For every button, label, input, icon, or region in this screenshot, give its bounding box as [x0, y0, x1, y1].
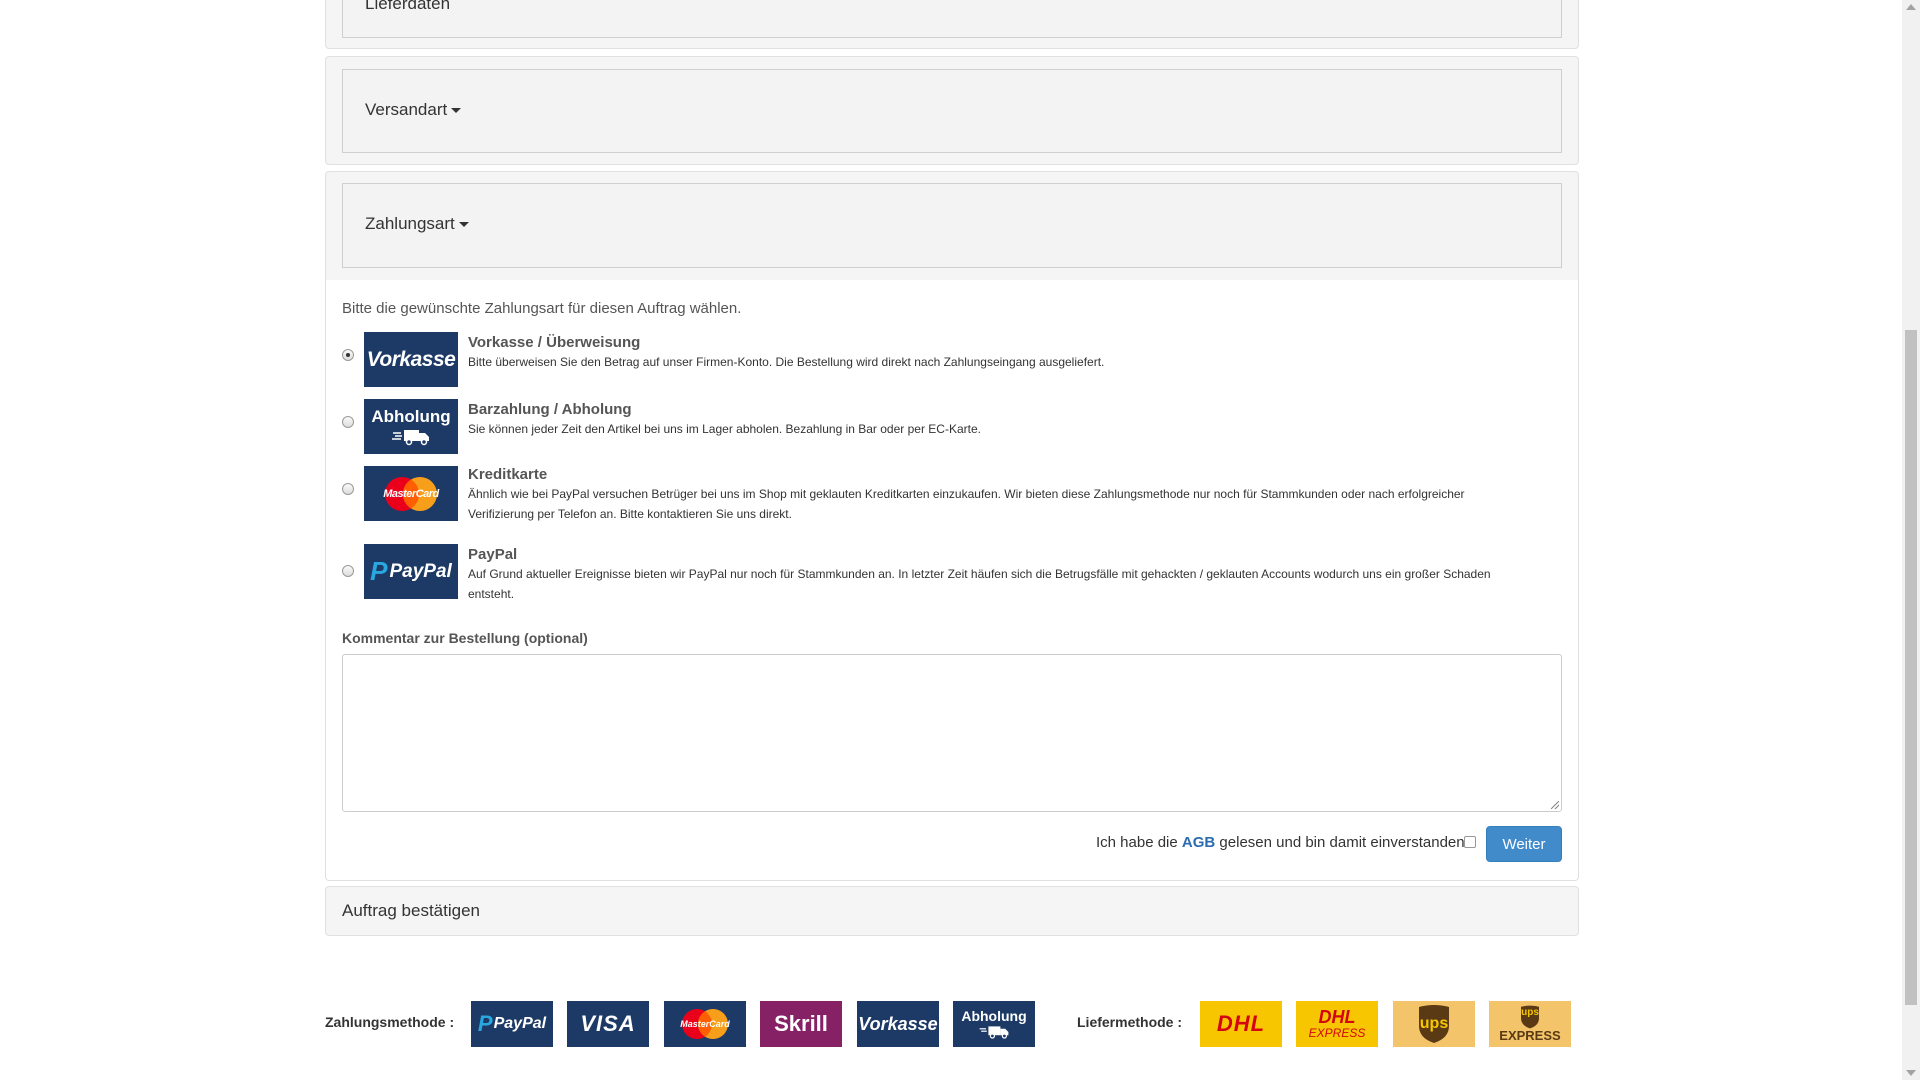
- footer-ups-logo: ups: [1393, 1001, 1475, 1047]
- payment-option-vorkasse[interactable]: Vorkasse Vorkasse / Überweisung Bitte üb…: [342, 332, 1542, 388]
- caret-down-icon: [451, 108, 462, 114]
- payment-option-abholung[interactable]: Abholung Barzahlung / Abholung Sie könne…: [342, 399, 1542, 455]
- payment-intro: Bitte die gewünschte Zahlungsart für die…: [342, 300, 742, 317]
- truck-icon: [979, 1026, 1009, 1039]
- lieferdaten-header[interactable]: Lieferdaten: [342, 0, 1562, 38]
- scroll-up-icon[interactable]: [1906, 4, 1916, 10]
- versandart-panel: Versandart: [325, 56, 1579, 165]
- abholung-logo: Abholung: [364, 399, 458, 454]
- agb-checkbox[interactable]: [1464, 836, 1476, 848]
- agb-link[interactable]: AGB: [1182, 834, 1215, 851]
- lieferdaten-title: Lieferdaten: [365, 0, 451, 13]
- versandart-title: Versandart: [365, 100, 462, 120]
- paypal-logo: P PayPal: [364, 544, 458, 599]
- page-scrollbar[interactable]: [1902, 0, 1920, 1080]
- resize-grip-icon[interactable]: [1551, 801, 1559, 809]
- payment-option-kreditkarte[interactable]: MasterCard Kreditkarte Ähnlich wie bei P…: [342, 466, 1542, 540]
- footer-vorkasse-logo: Vorkasse: [857, 1001, 939, 1047]
- radio-abholung[interactable]: [342, 416, 354, 428]
- comment-textarea[interactable]: [342, 654, 1562, 812]
- paypal-p-icon: P: [477, 1011, 493, 1036]
- footer-skrill-logo: Skrill: [760, 1001, 842, 1047]
- scroll-down-icon[interactable]: [1906, 1070, 1916, 1076]
- zahlungsart-title: Zahlungsart: [365, 214, 469, 234]
- option-title: PayPal: [468, 546, 518, 563]
- confirm-panel[interactable]: Auftrag bestätigen: [325, 886, 1579, 936]
- truck-icon: [392, 429, 429, 445]
- footer-mastercard-logo: MasterCard: [664, 1001, 746, 1047]
- zahlungsart-label: Zahlungsart: [365, 214, 455, 233]
- versandart-label: Versandart: [365, 100, 448, 119]
- zahlungsart-header[interactable]: Zahlungsart: [342, 183, 1562, 268]
- option-desc: Bitte überweisen Sie den Betrag auf unse…: [468, 355, 1105, 369]
- weiter-button[interactable]: Weiter: [1486, 826, 1562, 862]
- agb-statement: Ich habe die AGB gelesen und bin damit e…: [1096, 834, 1469, 851]
- lieferdaten-panel: Lieferdaten: [325, 0, 1579, 49]
- versandart-header[interactable]: Versandart: [342, 69, 1562, 153]
- option-title: Vorkasse / Überweisung: [468, 334, 641, 351]
- paypal-p-icon: P: [370, 556, 388, 586]
- radio-vorkasse[interactable]: [342, 349, 354, 361]
- footer-ups-express-logo: ups EXPRESS: [1489, 1001, 1571, 1047]
- footer-paypal-logo: P PayPal: [471, 1001, 553, 1047]
- comment-label: Kommentar zur Bestellung (optional): [342, 630, 588, 646]
- footer-visa-logo: VISA: [567, 1001, 649, 1047]
- payment-option-paypal[interactable]: P PayPal PayPal Auf Grund aktueller Erei…: [342, 544, 1542, 618]
- shipping-methods-label: Liefermethode :: [1077, 1014, 1183, 1030]
- radio-kreditkarte[interactable]: [342, 483, 354, 495]
- confirm-title: Auftrag bestätigen: [342, 901, 480, 920]
- payment-methods-label: Zahlungsmethode :: [325, 1014, 455, 1030]
- payment-body: Bitte die gewünschte Zahlungsart für die…: [325, 280, 1579, 881]
- option-title: Barzahlung / Abholung: [468, 401, 632, 418]
- caret-down-icon: [458, 222, 469, 228]
- zahlungsart-panel: Zahlungsart: [325, 171, 1579, 281]
- option-desc: Auf Grund aktueller Ereignisse bieten wi…: [468, 567, 1491, 601]
- radio-paypal[interactable]: [342, 565, 354, 577]
- mastercard-logo: MasterCard: [364, 466, 458, 521]
- footer-dhl-logo: DHL: [1200, 1001, 1282, 1047]
- option-desc: Ähnlich wie bei PayPal versuchen Betrüge…: [468, 487, 1465, 521]
- vorkasse-logo: Vorkasse: [364, 332, 458, 387]
- scroll-thumb[interactable]: [1905, 330, 1917, 1005]
- option-desc: Sie können jeder Zeit den Artikel bei un…: [468, 422, 981, 436]
- option-title: Kreditkarte: [468, 466, 548, 483]
- footer-abholung-logo: Abholung: [953, 1001, 1035, 1047]
- footer-dhl-express-logo: DHL EXPRESS: [1296, 1001, 1378, 1047]
